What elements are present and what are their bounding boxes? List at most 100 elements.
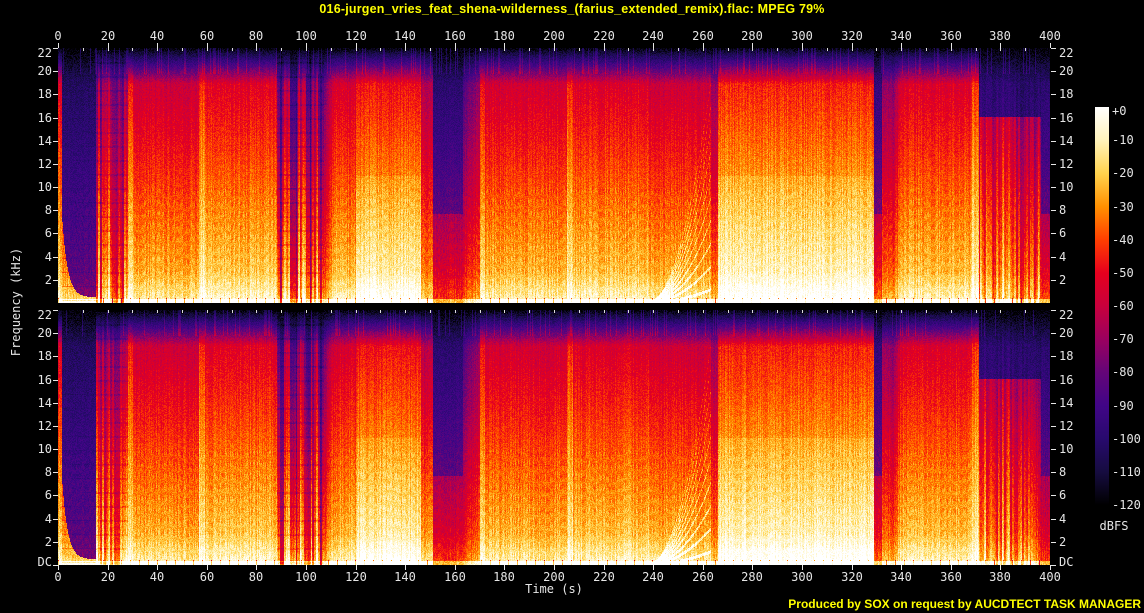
y-tick-label: 12 (37, 419, 52, 433)
y-axis-tick (53, 356, 58, 357)
colorbar-tick-label: -10 (1112, 133, 1134, 147)
colorbar-tick-label: -50 (1112, 266, 1134, 280)
x-tick-label: 40 (149, 570, 165, 584)
x-axis-tick (653, 43, 654, 48)
y-tick-label: 10 (37, 442, 52, 456)
x-tick-label: 200 (543, 29, 565, 43)
y-tick-label: 14 (1059, 396, 1074, 410)
y-tick-label: 2 (1059, 535, 1067, 549)
y-tick-label: 12 (1059, 419, 1074, 433)
x-tick-label: 340 (890, 570, 912, 584)
y-axis-tick (1051, 449, 1056, 450)
y-axis-tick (1051, 164, 1056, 165)
x-axis-tick (703, 43, 704, 48)
x-tick-label: 0 (54, 570, 62, 584)
x-tick-label: 160 (444, 570, 466, 584)
y-tick-label: 8 (1059, 465, 1067, 479)
y-tick-label: 20 (37, 326, 52, 340)
y-tick-label: 8 (44, 465, 52, 479)
y-axis-tick (53, 310, 58, 311)
y-axis-tick (1051, 280, 1056, 281)
y-tick-label: DC (1059, 555, 1074, 569)
y-tick-label: DC (37, 555, 52, 569)
colorbar-tick-label: -30 (1112, 200, 1134, 214)
spectrogram-channel-left (58, 48, 1050, 303)
x-tick-label: 140 (394, 29, 416, 43)
x-tick-label: 40 (149, 29, 165, 43)
y-axis-tick (1051, 380, 1056, 381)
y-axis-tick (53, 187, 58, 188)
y-tick-label: 16 (37, 111, 52, 125)
y-tick-label: 4 (44, 250, 52, 264)
y-tick-label: 2 (44, 535, 52, 549)
y-tick-label: 22 (37, 46, 52, 60)
y-tick-label: 2 (44, 273, 52, 287)
colorbar-tick-label: -120 (1112, 498, 1141, 512)
y-axis-tick (53, 519, 58, 520)
x-tick-label: 400 (1039, 570, 1061, 584)
colorbar-tick-label: +0 (1112, 104, 1127, 118)
x-tick-label: 120 (345, 570, 367, 584)
spectrogram-channel-right (58, 310, 1050, 565)
x-tick-label: 80 (248, 29, 264, 43)
y-axis-tick (53, 210, 58, 211)
x-axis-tick (802, 43, 803, 48)
x-axis-tick (752, 43, 753, 48)
x-tick-label: 120 (345, 29, 367, 43)
y-axis-title: Frequency (kHz) (9, 247, 23, 357)
x-tick-label: 380 (989, 570, 1011, 584)
x-tick-label: 20 (100, 29, 116, 43)
x-axis-tick (504, 43, 505, 48)
y-axis-tick (53, 380, 58, 381)
x-axis-tick (306, 43, 307, 48)
y-axis-tick (53, 449, 58, 450)
y-axis-tick (1051, 519, 1056, 520)
y-tick-label: 8 (44, 203, 52, 217)
y-tick-label: 22 (1059, 308, 1074, 322)
y-tick-label: 6 (1059, 488, 1067, 502)
y-axis-tick (1051, 71, 1056, 72)
y-axis-tick (53, 257, 58, 258)
x-axis-tick (554, 43, 555, 48)
y-tick-label: 2 (1059, 273, 1067, 287)
y-tick-label: 14 (1059, 134, 1074, 148)
y-tick-label: 12 (1059, 157, 1074, 171)
y-tick-label: 22 (1059, 46, 1074, 60)
y-tick-label: 16 (1059, 373, 1074, 387)
y-tick-label: 20 (1059, 64, 1074, 78)
x-tick-label: 160 (444, 29, 466, 43)
x-tick-label: 140 (394, 570, 416, 584)
y-axis-tick (1051, 542, 1056, 543)
x-axis-tick (1000, 43, 1001, 48)
x-tick-label: 100 (295, 29, 317, 43)
colorbar-tick-label: -90 (1112, 399, 1134, 413)
y-axis-tick (1051, 210, 1056, 211)
x-tick-label: 0 (54, 29, 62, 43)
y-axis-tick (1051, 426, 1056, 427)
colorbar-tick-label: -40 (1112, 233, 1134, 247)
y-axis-tick (53, 333, 58, 334)
x-axis-tick (207, 43, 208, 48)
x-axis-title: Time (s) (525, 582, 583, 596)
y-tick-label: 14 (37, 396, 52, 410)
y-tick-label: 16 (37, 373, 52, 387)
y-axis-tick (1051, 565, 1056, 566)
colorbar-tick-label: -20 (1112, 166, 1134, 180)
y-axis-tick (53, 94, 58, 95)
x-axis-tick (951, 43, 952, 48)
x-tick-label: 360 (940, 29, 962, 43)
y-tick-label: 18 (1059, 87, 1074, 101)
y-tick-label: 8 (1059, 203, 1067, 217)
y-axis-tick (53, 233, 58, 234)
spectrogram-figure: 016-jurgen_vries_feat_shena-wilderness_(… (0, 0, 1144, 613)
x-axis-tick (108, 43, 109, 48)
x-tick-label: 360 (940, 570, 962, 584)
y-axis-tick (53, 141, 58, 142)
x-tick-label: 260 (692, 29, 714, 43)
y-tick-label: 6 (1059, 226, 1067, 240)
y-axis-tick (53, 164, 58, 165)
colorbar-tick-label: -110 (1112, 465, 1141, 479)
y-tick-label: 4 (1059, 512, 1067, 526)
y-axis-tick (53, 565, 58, 566)
x-axis-tick (58, 43, 59, 48)
